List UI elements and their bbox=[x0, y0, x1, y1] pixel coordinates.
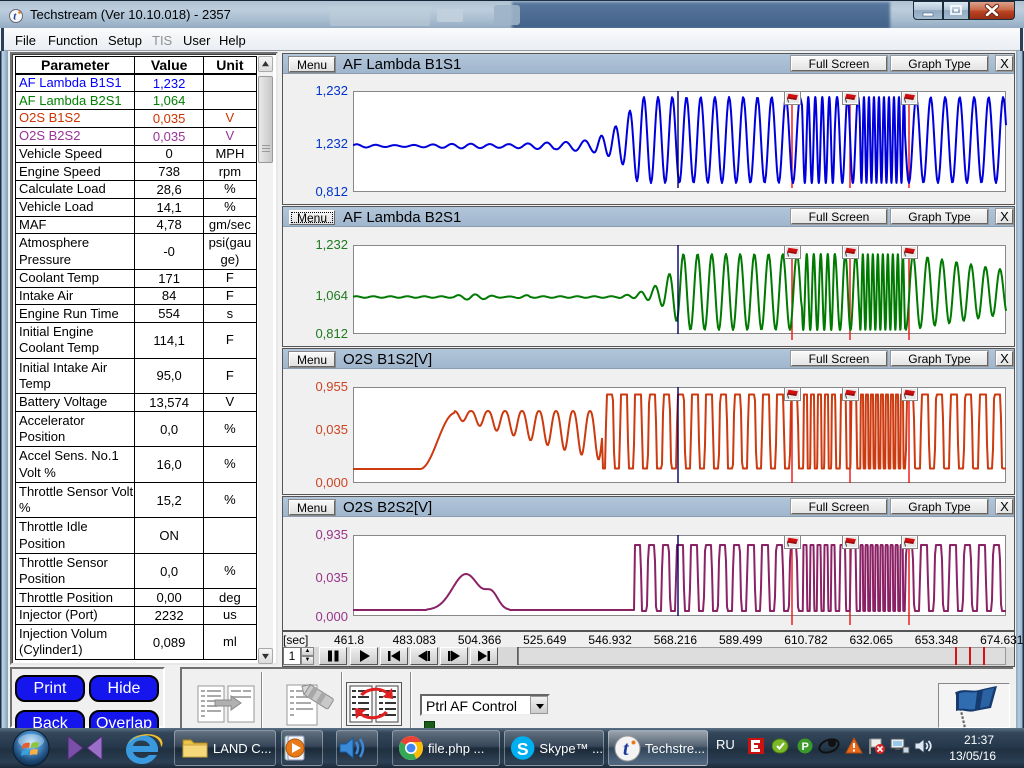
svg-text:P: P bbox=[802, 741, 809, 753]
svg-text:S: S bbox=[517, 739, 529, 759]
